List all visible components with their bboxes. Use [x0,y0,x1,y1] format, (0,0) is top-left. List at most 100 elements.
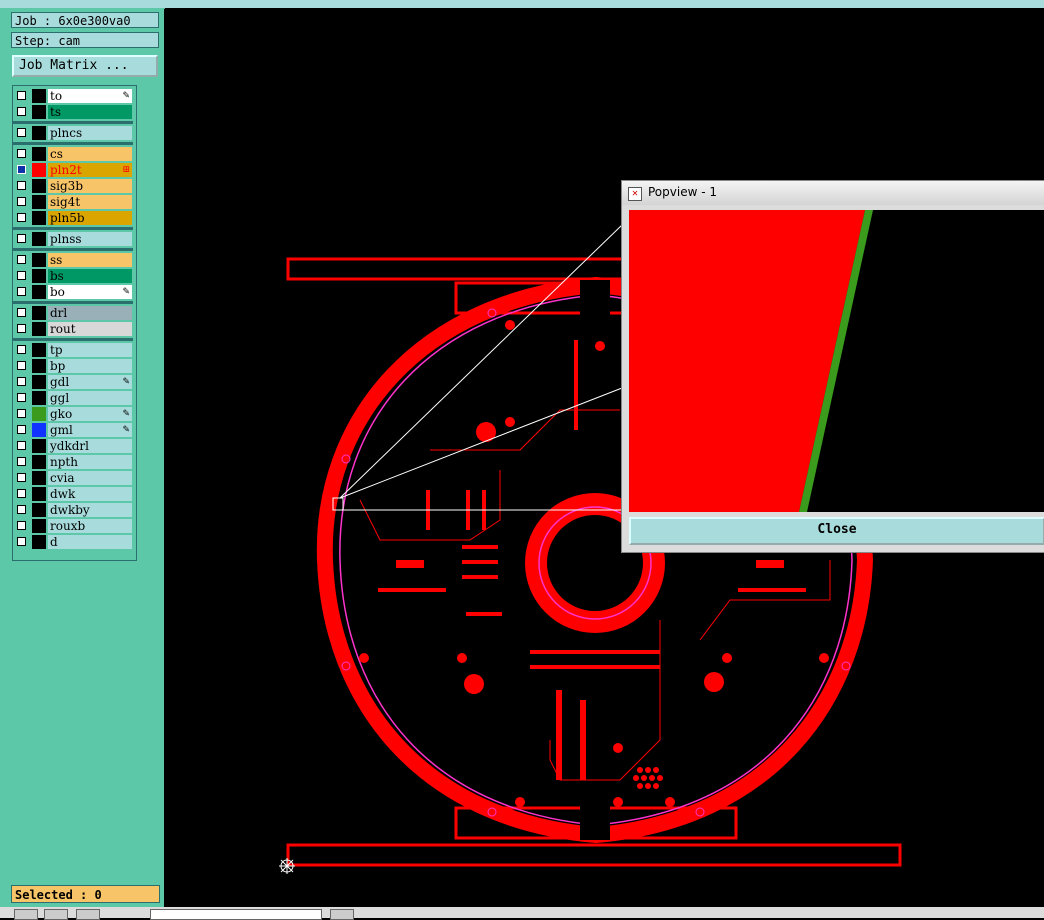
layer-name[interactable]: ss [48,253,132,267]
layer-row-sig4t[interactable]: sig4t [14,195,132,209]
layer-checkbox[interactable] [17,345,26,354]
layer-name[interactable]: ydkdrl [48,439,132,453]
bottom-button-4[interactable] [330,909,354,920]
layer-name[interactable]: dwkby [48,503,132,517]
layer-name[interactable]: pln5b [48,211,132,225]
layer-checkbox[interactable] [17,149,26,158]
layer-checkbox[interactable] [17,393,26,402]
layer-name[interactable]: bo ✎ [48,285,132,299]
layer-name[interactable]: npth [48,455,132,469]
layer-name[interactable]: pln2t ⊞ [48,163,132,177]
layer-row-gko[interactable]: gko ✎ [14,407,132,421]
layer-color-swatch[interactable] [32,322,46,336]
layer-color-swatch[interactable] [32,391,46,405]
layer-name[interactable]: cs [48,147,132,161]
layer-checkbox[interactable] [17,308,26,317]
layer-row-ss[interactable]: ss [14,253,132,267]
layer-checkbox[interactable] [17,197,26,206]
layer-name[interactable]: rouxb [48,519,132,533]
layer-row-rouxb[interactable]: rouxb [14,519,132,533]
layer-name[interactable]: to ✎ [48,89,132,103]
layer-color-swatch[interactable] [32,253,46,267]
layer-color-swatch[interactable] [32,179,46,193]
layer-checkbox[interactable] [17,234,26,243]
layer-name[interactable]: ts [48,105,132,119]
layer-color-swatch[interactable] [32,343,46,357]
layer-name[interactable]: drl [48,306,132,320]
layer-name[interactable]: dwk [48,487,132,501]
layer-color-swatch[interactable] [32,487,46,501]
layer-name[interactable]: rout [48,322,132,336]
layer-name[interactable]: plnss [48,232,132,246]
layer-checkbox[interactable] [17,287,26,296]
layer-name[interactable]: ggl [48,391,132,405]
layer-color-swatch[interactable] [32,439,46,453]
layer-checkbox[interactable] [17,91,26,100]
layer-color-swatch[interactable] [32,89,46,103]
layer-row-to[interactable]: to ✎ [14,89,132,103]
bottom-input[interactable] [150,909,322,920]
layer-name[interactable]: bs [48,269,132,283]
layer-row-dwkby[interactable]: dwkby [14,503,132,517]
popview-window[interactable]: ✕ Popview - 1 Close [621,180,1044,553]
layer-checkbox[interactable] [17,425,26,434]
layer-row-bp[interactable]: bp [14,359,132,373]
layer-color-swatch[interactable] [32,423,46,437]
layer-color-swatch[interactable] [32,232,46,246]
layer-color-swatch[interactable] [32,195,46,209]
popview-titlebar[interactable]: ✕ Popview - 1 [622,181,1044,205]
layer-color-swatch[interactable] [32,535,46,549]
layer-checkbox[interactable] [17,271,26,280]
layer-checkbox[interactable] [17,128,26,137]
layer-checkbox[interactable] [17,473,26,482]
layer-checkbox[interactable] [17,489,26,498]
layer-row-d[interactable]: d [14,535,132,549]
bottom-button-2[interactable] [44,909,68,920]
layer-checkbox[interactable] [17,505,26,514]
layer-color-swatch[interactable] [32,503,46,517]
layer-row-ts[interactable]: ts [14,105,132,119]
layer-checkbox[interactable] [17,377,26,386]
layer-row-cs[interactable]: cs [14,147,132,161]
layer-checkbox[interactable] [17,441,26,450]
layer-row-npth[interactable]: npth [14,455,132,469]
layer-name[interactable]: bp [48,359,132,373]
layer-name[interactable]: plncs [48,126,132,140]
layer-color-swatch[interactable] [32,105,46,119]
bottom-button-3[interactable] [76,909,100,920]
layer-color-swatch[interactable] [32,375,46,389]
job-matrix-button[interactable]: Job Matrix ... [12,55,158,77]
layer-row-pln2t[interactable]: pln2t ⊞ [14,163,132,177]
layer-checkbox[interactable] [17,409,26,418]
layer-row-dwk[interactable]: dwk [14,487,132,501]
layer-checkbox[interactable] [17,457,26,466]
layer-row-cvia[interactable]: cvia [14,471,132,485]
layer-name[interactable]: d [48,535,132,549]
layer-name[interactable]: sig3b [48,179,132,193]
layer-color-swatch[interactable] [32,269,46,283]
layer-row-bs[interactable]: bs [14,269,132,283]
layer-checkbox[interactable] [17,165,26,174]
layer-name[interactable]: gko ✎ [48,407,132,421]
layer-color-swatch[interactable] [32,147,46,161]
layer-row-bo[interactable]: bo ✎ [14,285,132,299]
layer-checkbox[interactable] [17,107,26,116]
close-button[interactable]: Close [629,517,1044,545]
layer-name[interactable]: sig4t [48,195,132,209]
layer-color-swatch[interactable] [32,359,46,373]
layer-checkbox[interactable] [17,181,26,190]
layer-checkbox[interactable] [17,521,26,530]
layer-name[interactable]: gml ✎ [48,423,132,437]
layer-checkbox[interactable] [17,213,26,222]
layer-color-swatch[interactable] [32,471,46,485]
layer-checkbox[interactable] [17,255,26,264]
layer-row-plnss[interactable]: plnss [14,232,132,246]
bottom-button-1[interactable] [14,909,38,920]
layer-row-ggl[interactable]: ggl [14,391,132,405]
layer-name[interactable]: gdl ✎ [48,375,132,389]
layer-checkbox[interactable] [17,361,26,370]
layer-row-drl[interactable]: drl [14,306,132,320]
layer-row-pln5b[interactable]: pln5b [14,211,132,225]
layer-color-swatch[interactable] [32,407,46,421]
layer-row-plncs[interactable]: plncs [14,126,132,140]
